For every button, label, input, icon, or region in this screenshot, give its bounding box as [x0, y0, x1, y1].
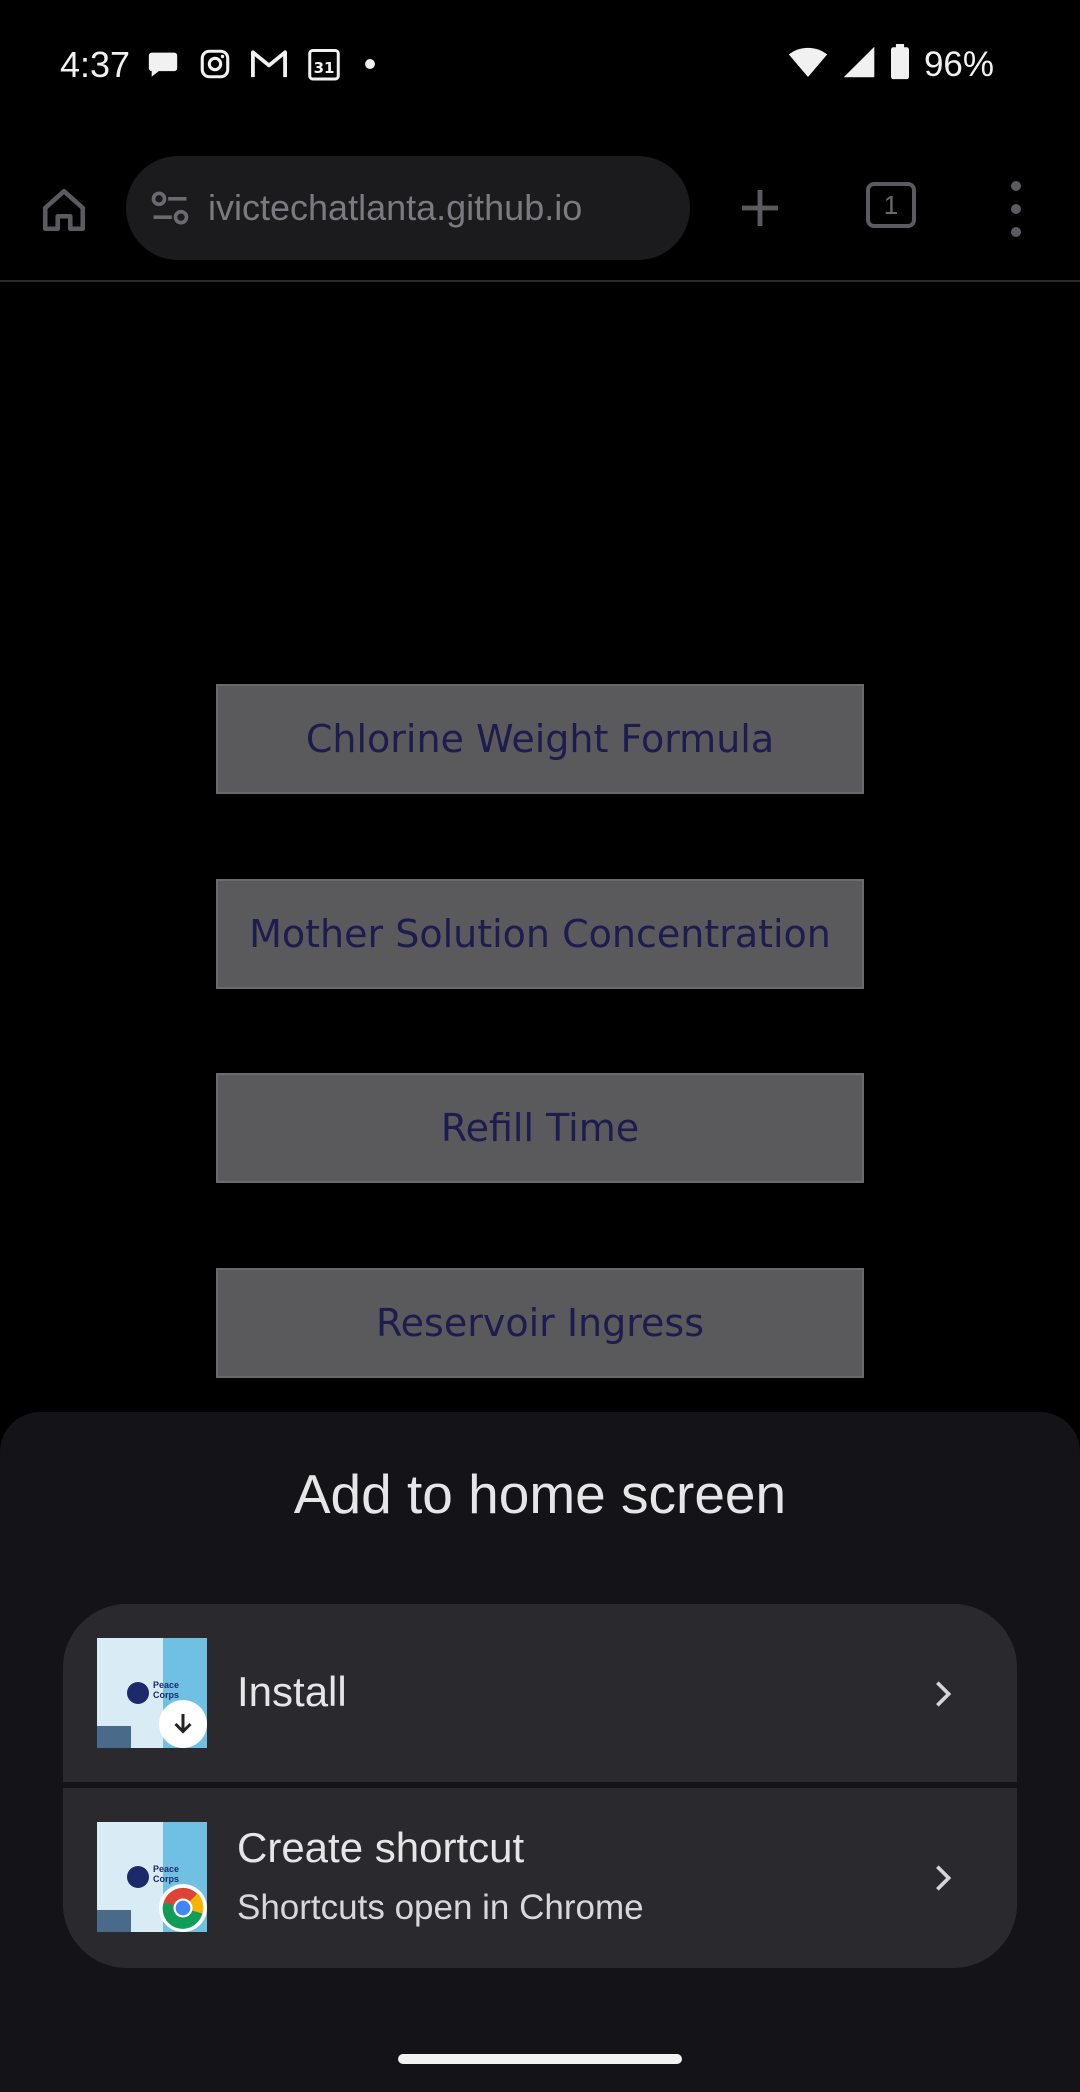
mother-solution-concentration-button[interactable]: Mother Solution Concentration [216, 879, 864, 989]
more-options-icon[interactable] [998, 174, 1034, 244]
add-to-home-screen-sheet: Add to home screen Peace Corps Install P… [0, 1412, 1080, 2092]
thumbnail-logo-text: Peace Corps [153, 1680, 180, 1700]
url-text[interactable]: ivictechatlanta.github.io [208, 187, 678, 229]
chlorine-weight-formula-button[interactable]: Chlorine Weight Formula [216, 684, 864, 794]
calendar-icon: 31 [306, 46, 342, 82]
sheet-title: Add to home screen [293, 1463, 787, 1525]
svg-text:31: 31 [314, 59, 335, 77]
refill-time-button[interactable]: Refill Time [216, 1073, 864, 1183]
download-icon [159, 1700, 207, 1748]
thumbnail-logo-text: Peace Corps [153, 1864, 180, 1884]
status-bar: 4:37 31 96% [0, 0, 1080, 132]
peace-corps-logo-icon [127, 1866, 149, 1888]
tab-switcher-button[interactable]: 1 [866, 182, 916, 228]
status-time: 4:37 [60, 44, 131, 85]
app-thumbnail: Peace Corps [97, 1638, 207, 1748]
gesture-home-indicator[interactable] [398, 2054, 682, 2064]
options-card: Peace Corps Install Peace Corps Create s… [63, 1604, 1017, 1968]
site-settings-icon[interactable] [146, 184, 194, 232]
battery-percentage: 96% [923, 44, 994, 84]
battery-icon [890, 44, 910, 85]
app-thumbnail: Peace Corps [97, 1822, 207, 1932]
cell-signal-icon [842, 45, 876, 84]
toolbar-divider [0, 280, 1080, 282]
chevron-right-icon [923, 1858, 963, 1898]
gmail-icon [250, 47, 288, 81]
url-bar[interactable]: ivictechatlanta.github.io [126, 156, 690, 260]
reservoir-ingress-button[interactable]: Reservoir Ingress [216, 1268, 864, 1378]
home-button[interactable] [34, 180, 94, 240]
create-shortcut-subtitle: Shortcuts open in Chrome [237, 1888, 644, 1927]
chevron-right-icon [923, 1674, 963, 1714]
system-status: 96% [788, 44, 994, 85]
notification-icons: 31 [146, 46, 380, 82]
instagram-icon [198, 47, 232, 81]
peace-corps-logo-icon [127, 1682, 149, 1704]
wifi-icon [788, 45, 828, 84]
chat-icon [146, 47, 180, 81]
install-label: Install [237, 1668, 347, 1715]
create-shortcut-option[interactable]: Peace Corps Create shortcut Shortcuts op… [63, 1788, 1017, 1968]
new-tab-button[interactable] [732, 180, 788, 236]
install-option[interactable]: Peace Corps Install [63, 1604, 1017, 1782]
browser-toolbar: ivictechatlanta.github.io 1 [0, 152, 1080, 280]
chrome-icon [159, 1884, 207, 1932]
home-icon [42, 188, 86, 232]
new-tab-icon [742, 190, 778, 226]
tab-count: 1 [883, 189, 899, 220]
create-shortcut-label: Create shortcut [237, 1824, 525, 1871]
dot-icon [360, 47, 380, 81]
